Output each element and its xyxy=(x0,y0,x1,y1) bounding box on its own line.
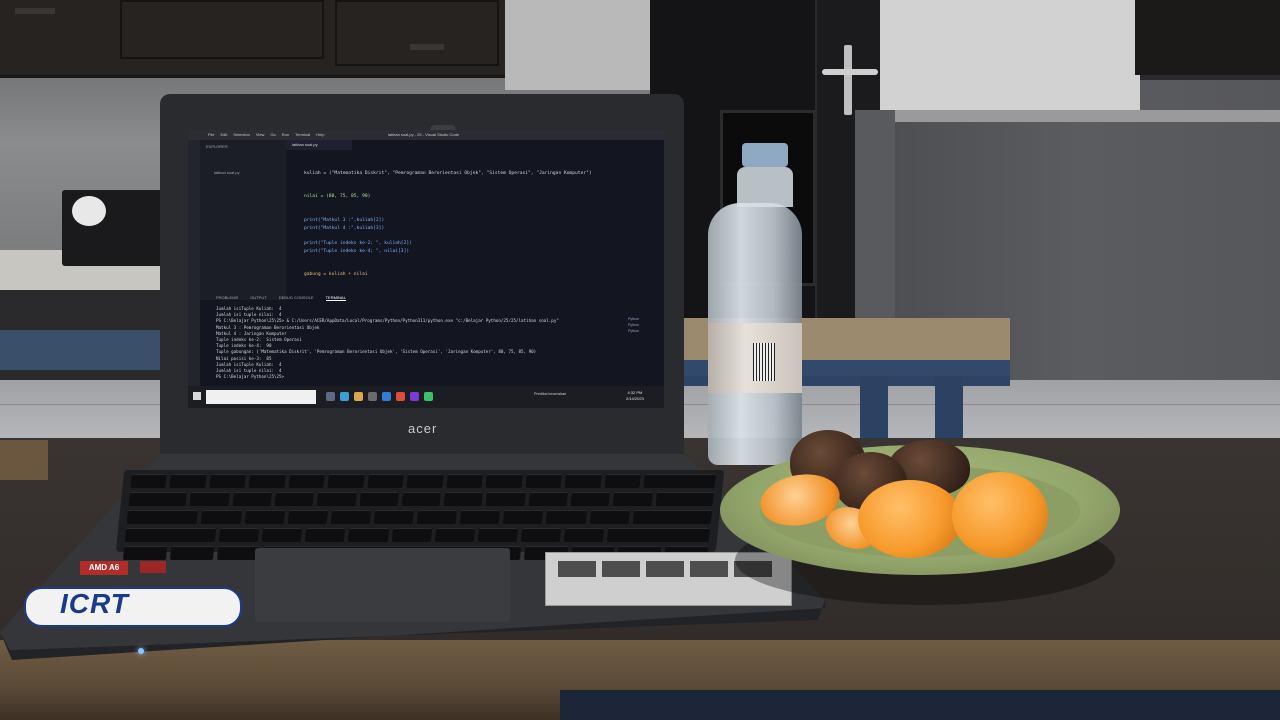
terminal-output[interactable]: Jumlah isiTuple Kuliah: 4 Jumlah isi tupl… xyxy=(216,306,559,380)
menu-file[interactable]: File xyxy=(208,130,214,140)
terminal-list[interactable]: Python Python Python xyxy=(628,316,639,334)
menu-help[interactable]: Help xyxy=(316,130,324,140)
weather-tray[interactable]: Prediksi kecerahan xyxy=(534,392,566,396)
tab-terminal[interactable]: TERMINAL xyxy=(325,295,346,301)
door-handle-icon xyxy=(822,45,878,115)
code-line: print("Tuple indeks ke-2; ", kuliah[2]) xyxy=(304,241,412,247)
wall-band xyxy=(880,110,1280,122)
terminal-entry[interactable]: Python xyxy=(628,328,639,334)
code-line: print("Matkul 3 :",kuliah[2]) xyxy=(304,217,385,223)
menu-run[interactable]: Run xyxy=(282,130,289,140)
menu-go[interactable]: Go xyxy=(270,130,275,140)
tab-debug-console[interactable]: DEBUG CONSOLE xyxy=(279,295,314,301)
background-laptop xyxy=(62,190,170,266)
amd-badge: AMD A6 xyxy=(80,561,128,575)
terminal-line: Tuple gabungan: ('Matematika Diskrit', '… xyxy=(216,349,537,355)
windows-taskbar: Prediksi kecerahan 4:32 PM 2/14/2023 xyxy=(188,386,664,408)
editor-tab[interactable]: latihan soal.py xyxy=(286,140,352,150)
upper-right-wall xyxy=(880,0,1140,110)
menu-selection[interactable]: Selection xyxy=(233,130,249,140)
keyboard[interactable] xyxy=(115,470,725,560)
spec-icon xyxy=(690,561,728,577)
orange-fruit xyxy=(858,480,962,558)
tab-output[interactable]: OUTPUT xyxy=(250,295,266,301)
terminal-line: PS C:\Belajar Python\25\25> & C:/Users/A… xyxy=(216,318,559,324)
upper-wall xyxy=(505,0,650,90)
cabinet-handle xyxy=(15,8,55,14)
activity-bar[interactable] xyxy=(188,140,200,386)
panel-tabs[interactable]: PROBLEMS OUTPUT DEBUG CONSOLE TERMINAL xyxy=(216,295,346,301)
store-icon[interactable] xyxy=(368,392,377,401)
wall-column xyxy=(855,110,895,320)
vscode-icon[interactable] xyxy=(382,392,391,401)
cabinet-handle xyxy=(410,44,444,50)
menu-view[interactable]: View xyxy=(256,130,265,140)
file-explorer-icon[interactable] xyxy=(354,392,363,401)
wall-cabinet xyxy=(0,0,510,78)
code-line: kuliah = ("Matematika Diskrit", "Pemrogr… xyxy=(304,171,592,176)
spec-icon xyxy=(558,561,596,577)
chrome-icon[interactable] xyxy=(396,392,405,401)
bottle-cap xyxy=(742,143,788,167)
task-view-icon[interactable] xyxy=(326,392,335,401)
spec-icon xyxy=(602,561,640,577)
edge-icon[interactable] xyxy=(340,392,349,401)
clock-date: 2/14/2023 xyxy=(626,396,644,401)
code-line: nilai = (80, 75, 85, 90) xyxy=(304,194,371,200)
barcode-icon xyxy=(753,343,775,381)
left-bench xyxy=(0,250,165,380)
orange-fruit xyxy=(952,472,1048,558)
spotify-icon[interactable] xyxy=(424,392,433,401)
code-line: print("Matkul 4 :",kuliah[3]) xyxy=(304,225,385,231)
taskbar-search[interactable] xyxy=(206,390,316,404)
window-title: latihan soal.py - 25 - Visual Studio Cod… xyxy=(388,132,460,137)
cabinet-door xyxy=(120,0,324,59)
bottle-neck xyxy=(737,167,793,207)
icrt-logo: ICRT xyxy=(60,588,129,619)
cabinet-door xyxy=(335,0,499,66)
explorer-header: EXPLORER xyxy=(206,144,228,149)
app-icon[interactable] xyxy=(410,392,419,401)
vscode-menu[interactable]: File Edit Selection View Go Run Terminal… xyxy=(208,130,324,140)
right-cabinet xyxy=(1135,0,1280,75)
explorer-file[interactable]: latihan soal.py xyxy=(214,170,240,175)
menu-terminal[interactable]: Terminal xyxy=(295,130,310,140)
icrt-sticker xyxy=(24,587,242,627)
code-line: print("Tuple indeks ke-4; ", nilai[3]) xyxy=(304,248,410,254)
laptop-screen[interactable]: File Edit Selection View Go Run Terminal… xyxy=(188,130,664,408)
laptop-sticker-icon xyxy=(72,196,106,226)
tab-problems[interactable]: PROBLEMS xyxy=(216,295,238,301)
spec-icon xyxy=(646,561,684,577)
terminal-line: PS C:\Belajar Python\25\25> xyxy=(216,374,285,380)
code-editor[interactable]: kuliah = ("Matematika Diskrit", "Pemrogr… xyxy=(304,170,592,279)
code-line: gabung = kuliah + nilai xyxy=(304,272,368,278)
taskbar-clock[interactable]: 4:32 PM 2/14/2023 xyxy=(626,390,644,402)
vscode-titlebar: File Edit Selection View Go Run Terminal… xyxy=(188,130,664,140)
touchpad[interactable] xyxy=(255,548,510,622)
amd-sticker xyxy=(140,561,166,573)
menu-edit[interactable]: Edit xyxy=(220,130,227,140)
water-bottle xyxy=(705,143,805,468)
windows-start-icon[interactable] xyxy=(193,392,201,400)
acer-logo: acer xyxy=(408,421,438,436)
power-led-icon xyxy=(138,648,144,654)
floor-bottom xyxy=(560,690,1280,720)
explorer-sidebar[interactable]: EXPLORER latihan soal.py xyxy=(200,140,286,300)
